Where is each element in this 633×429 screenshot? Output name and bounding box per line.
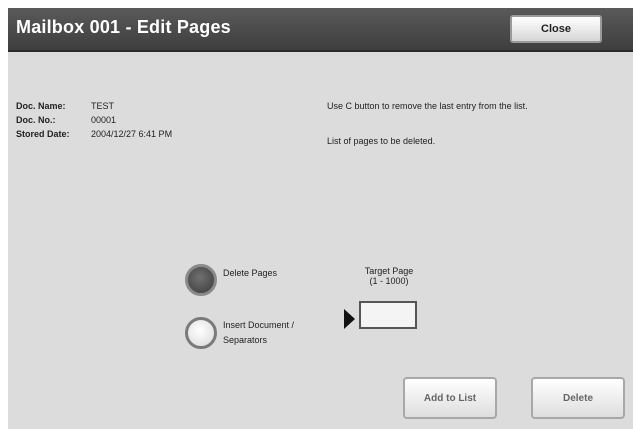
page-title: Mailbox 001 - Edit Pages (16, 17, 231, 37)
doc-name-value: TEST (91, 101, 115, 111)
delete-button[interactable]: Delete (531, 377, 625, 419)
insert-document-radio[interactable] (185, 317, 217, 349)
target-page-input[interactable] (359, 301, 417, 329)
hint-message: Use C button to remove the last entry fr… (327, 101, 528, 111)
target-page-range: (1 - 1000) (369, 276, 409, 286)
doc-number-label: Doc. No.: (16, 115, 56, 125)
title-bar: Mailbox 001 - Edit Pages Close (8, 8, 633, 52)
selection-arrow-icon (344, 309, 355, 329)
insert-document-label-line2: Separators (223, 335, 268, 345)
target-page-title: Target Page (1 - 1000) (344, 266, 434, 286)
add-to-list-button[interactable]: Add to List (403, 377, 497, 419)
close-button[interactable]: Close (510, 15, 602, 43)
doc-number-value: 00001 (91, 115, 117, 125)
delete-pages-label: Delete Pages (223, 268, 278, 278)
doc-name-label: Doc. Name: (16, 101, 66, 111)
stored-date-label: Stored Date: (16, 129, 70, 139)
target-page-label: Target Page (364, 266, 414, 276)
insert-document-label-line1: Insert Document / (223, 320, 295, 330)
delete-pages-radio[interactable] (185, 264, 217, 296)
insert-document-label: Insert Document / Separators (223, 318, 294, 348)
edit-pages-screen: Mailbox 001 - Edit Pages Close Doc. Name… (8, 8, 633, 429)
document-info: Doc. Name: TEST Doc. No.: 00001 Stored D… (16, 101, 316, 151)
stored-date-value: 2004/12/27 6:41 PM (91, 129, 173, 139)
delete-list-title: List of pages to be deleted. (327, 136, 436, 146)
